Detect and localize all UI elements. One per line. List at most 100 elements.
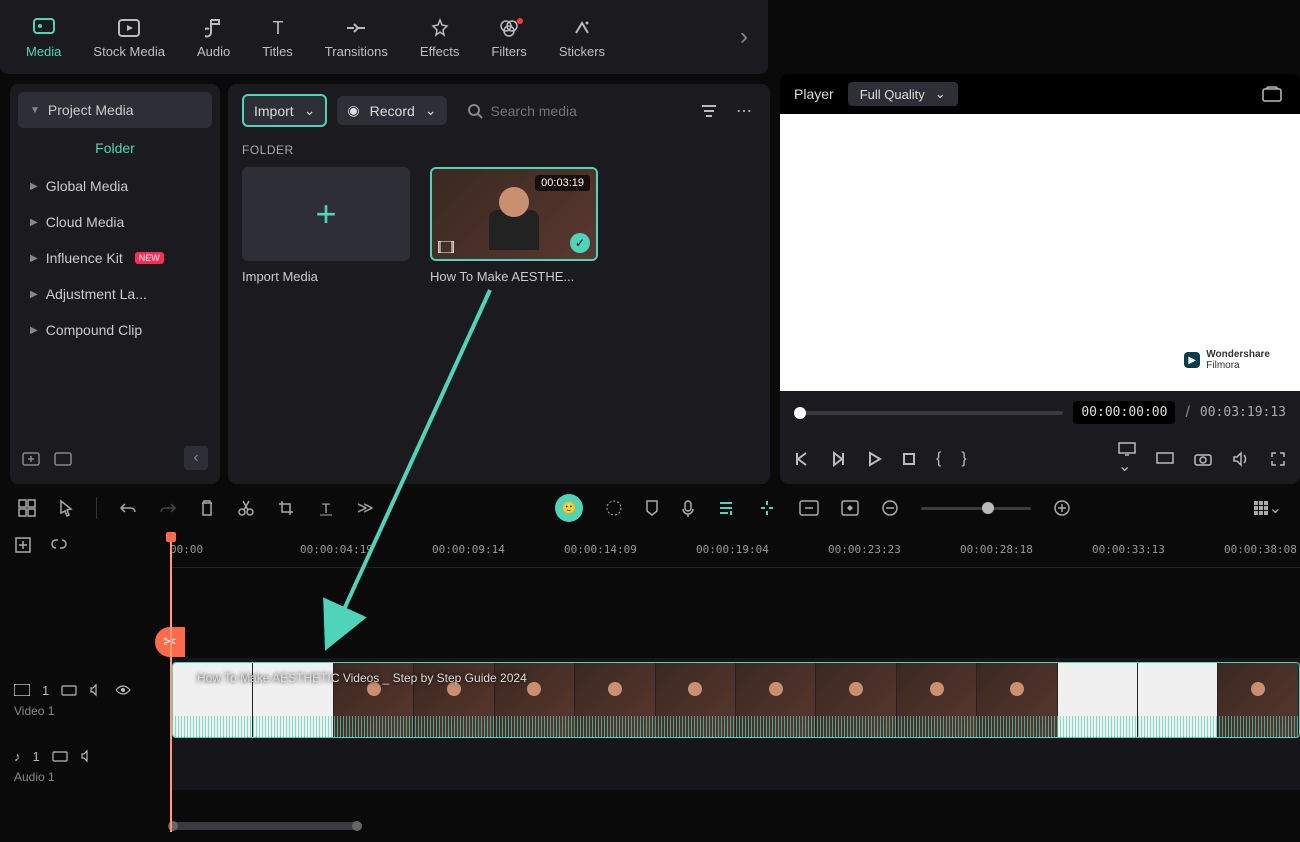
voiceover-button[interactable] [681, 499, 695, 517]
audio-track-body[interactable] [170, 742, 1300, 790]
stock-media-icon [117, 16, 141, 40]
nav-tab-filters[interactable]: Filters [475, 10, 542, 65]
track-mute-icon[interactable] [80, 749, 94, 763]
layout-icon[interactable] [18, 499, 36, 517]
zoom-slider[interactable] [921, 507, 1031, 510]
nav-tab-audio[interactable]: Audio [181, 10, 246, 65]
new-folder-icon[interactable] [22, 450, 40, 466]
collapse-sidebar-button[interactable]: ‹ [184, 446, 208, 470]
chevron-right-icon: ▶ [30, 181, 38, 192]
nav-tab-titles[interactable]: T Titles [246, 10, 309, 65]
svg-text:T: T [272, 18, 283, 38]
more-tools-button[interactable]: ≫ [357, 498, 374, 518]
record-button[interactable]: ◉Record⌄ [337, 96, 446, 125]
nav-tab-effects[interactable]: Effects [404, 10, 476, 65]
monitor-button[interactable] [1156, 452, 1174, 466]
split-button[interactable] [237, 499, 255, 517]
nav-tab-stickers[interactable]: Stickers [543, 10, 621, 65]
crop-button[interactable] [277, 499, 295, 517]
ai-button[interactable]: 🙂 [555, 494, 583, 522]
new-badge: NEW [135, 252, 164, 264]
sidebar-item-project-media[interactable]: ▼Project Media [18, 92, 212, 128]
mark-in-button[interactable]: { [936, 450, 941, 468]
auto-cut-button[interactable] [757, 499, 777, 517]
media-panel: Import⌄ ◉Record⌄ ⋯ FOLDER + Import Media… [228, 84, 770, 484]
keyframe-button[interactable] [841, 500, 859, 516]
sidebar-item-cloud-media[interactable]: ▶Cloud Media [18, 204, 212, 240]
stickers-icon [570, 16, 594, 40]
zoom-out-button[interactable] [881, 499, 899, 517]
search-icon [467, 103, 483, 119]
pointer-icon[interactable] [58, 499, 74, 517]
play-button[interactable] [866, 451, 882, 467]
playhead[interactable] [170, 532, 172, 832]
import-button[interactable]: Import⌄ [242, 94, 327, 127]
sidebar-item-global-media[interactable]: ▶Global Media [18, 168, 212, 204]
timeline-scrollbar[interactable] [170, 822, 1290, 830]
folder-icon[interactable] [54, 450, 72, 466]
sidebar-item-influence-kit[interactable]: ▶Influence KitNEW [18, 240, 212, 276]
scrub-track[interactable] [794, 411, 1063, 415]
quality-select[interactable]: Full Quality⌄ [848, 82, 958, 106]
redo-button[interactable] [159, 501, 177, 515]
audio-waveform [172, 716, 1300, 738]
add-track-button[interactable] [14, 536, 32, 554]
folder-section-header: FOLDER [242, 143, 756, 157]
fullscreen-button[interactable] [1270, 451, 1286, 467]
nav-more-button[interactable]: › [730, 23, 758, 51]
delete-button[interactable] [199, 499, 215, 517]
import-media-card[interactable]: + Import Media [242, 167, 410, 284]
svg-text:T: T [322, 500, 331, 516]
video-track-icon [14, 684, 30, 696]
track-visibility-icon[interactable] [115, 684, 131, 696]
chevron-right-icon: ▶ [30, 325, 38, 336]
more-icon[interactable]: ⋯ [732, 97, 756, 125]
timeline-ruler[interactable]: 00:00 00:00:04:19 00:00:09:14 00:00:14:0… [170, 532, 1300, 568]
video-track-row: 1 Video 1 How To Make AESTHETIC Videos _… [0, 658, 1300, 742]
undo-button[interactable] [119, 501, 137, 515]
text-button[interactable]: T [317, 499, 335, 517]
nav-tab-stock-media[interactable]: Stock Media [77, 10, 181, 65]
chevron-down-icon: ▼ [30, 105, 40, 116]
filter-icon[interactable] [696, 99, 722, 123]
audio-icon [202, 16, 226, 40]
chevron-down-icon: ⌄ [935, 86, 946, 102]
marker-button[interactable] [645, 499, 659, 517]
snapshot-icon[interactable] [1258, 82, 1286, 106]
prev-frame-button[interactable] [794, 451, 810, 467]
track-mute-icon[interactable] [89, 683, 103, 697]
view-mode-button[interactable]: ⌄ [1253, 498, 1282, 518]
media-clip-card[interactable]: 00:03:19 ✓ How To Make AESTHE... [430, 167, 598, 284]
nav-tab-transitions[interactable]: Transitions [309, 10, 404, 65]
stop-button[interactable] [902, 452, 916, 466]
track-folder-icon[interactable] [52, 750, 68, 762]
chevron-right-icon: ▶ [30, 289, 38, 300]
display-mode-button[interactable]: ⌄ [1118, 442, 1136, 476]
scrub-knob[interactable] [794, 407, 806, 419]
video-track-label: Video 1 [14, 704, 156, 718]
step-back-button[interactable] [830, 451, 846, 467]
sidebar-item-adjustment-layer[interactable]: ▶Adjustment La... [18, 276, 212, 312]
link-button[interactable] [50, 536, 68, 554]
folder-label[interactable]: Folder [18, 128, 212, 168]
zoom-in-button[interactable] [1053, 499, 1071, 517]
mark-out-button[interactable]: } [961, 450, 966, 468]
search-input[interactable] [491, 103, 676, 119]
nav-tab-media[interactable]: Media [10, 10, 77, 65]
media-icon [32, 16, 56, 40]
scrollbar-thumb[interactable] [170, 822, 360, 830]
watermark: ▶ WondershareFilmora [1184, 349, 1270, 371]
effects-tl-button[interactable] [605, 499, 623, 517]
preview-area[interactable]: ▶ WondershareFilmora [780, 114, 1300, 391]
zoom-knob[interactable] [982, 502, 994, 514]
titles-icon: T [266, 16, 290, 40]
volume-button[interactable] [1232, 451, 1250, 467]
sidebar-item-compound-clip[interactable]: ▶Compound Clip [18, 312, 212, 348]
track-folder-icon[interactable] [61, 684, 77, 696]
camera-button[interactable] [1194, 452, 1212, 466]
timeline-toolbar: T ≫ 🙂 ⌄ [0, 484, 1300, 532]
video-track-body[interactable]: How To Make AESTHETIC Videos _ Step by S… [170, 658, 1300, 742]
audio-beat-button[interactable] [717, 499, 735, 517]
search-wrap [457, 97, 686, 125]
render-button[interactable] [799, 500, 819, 516]
